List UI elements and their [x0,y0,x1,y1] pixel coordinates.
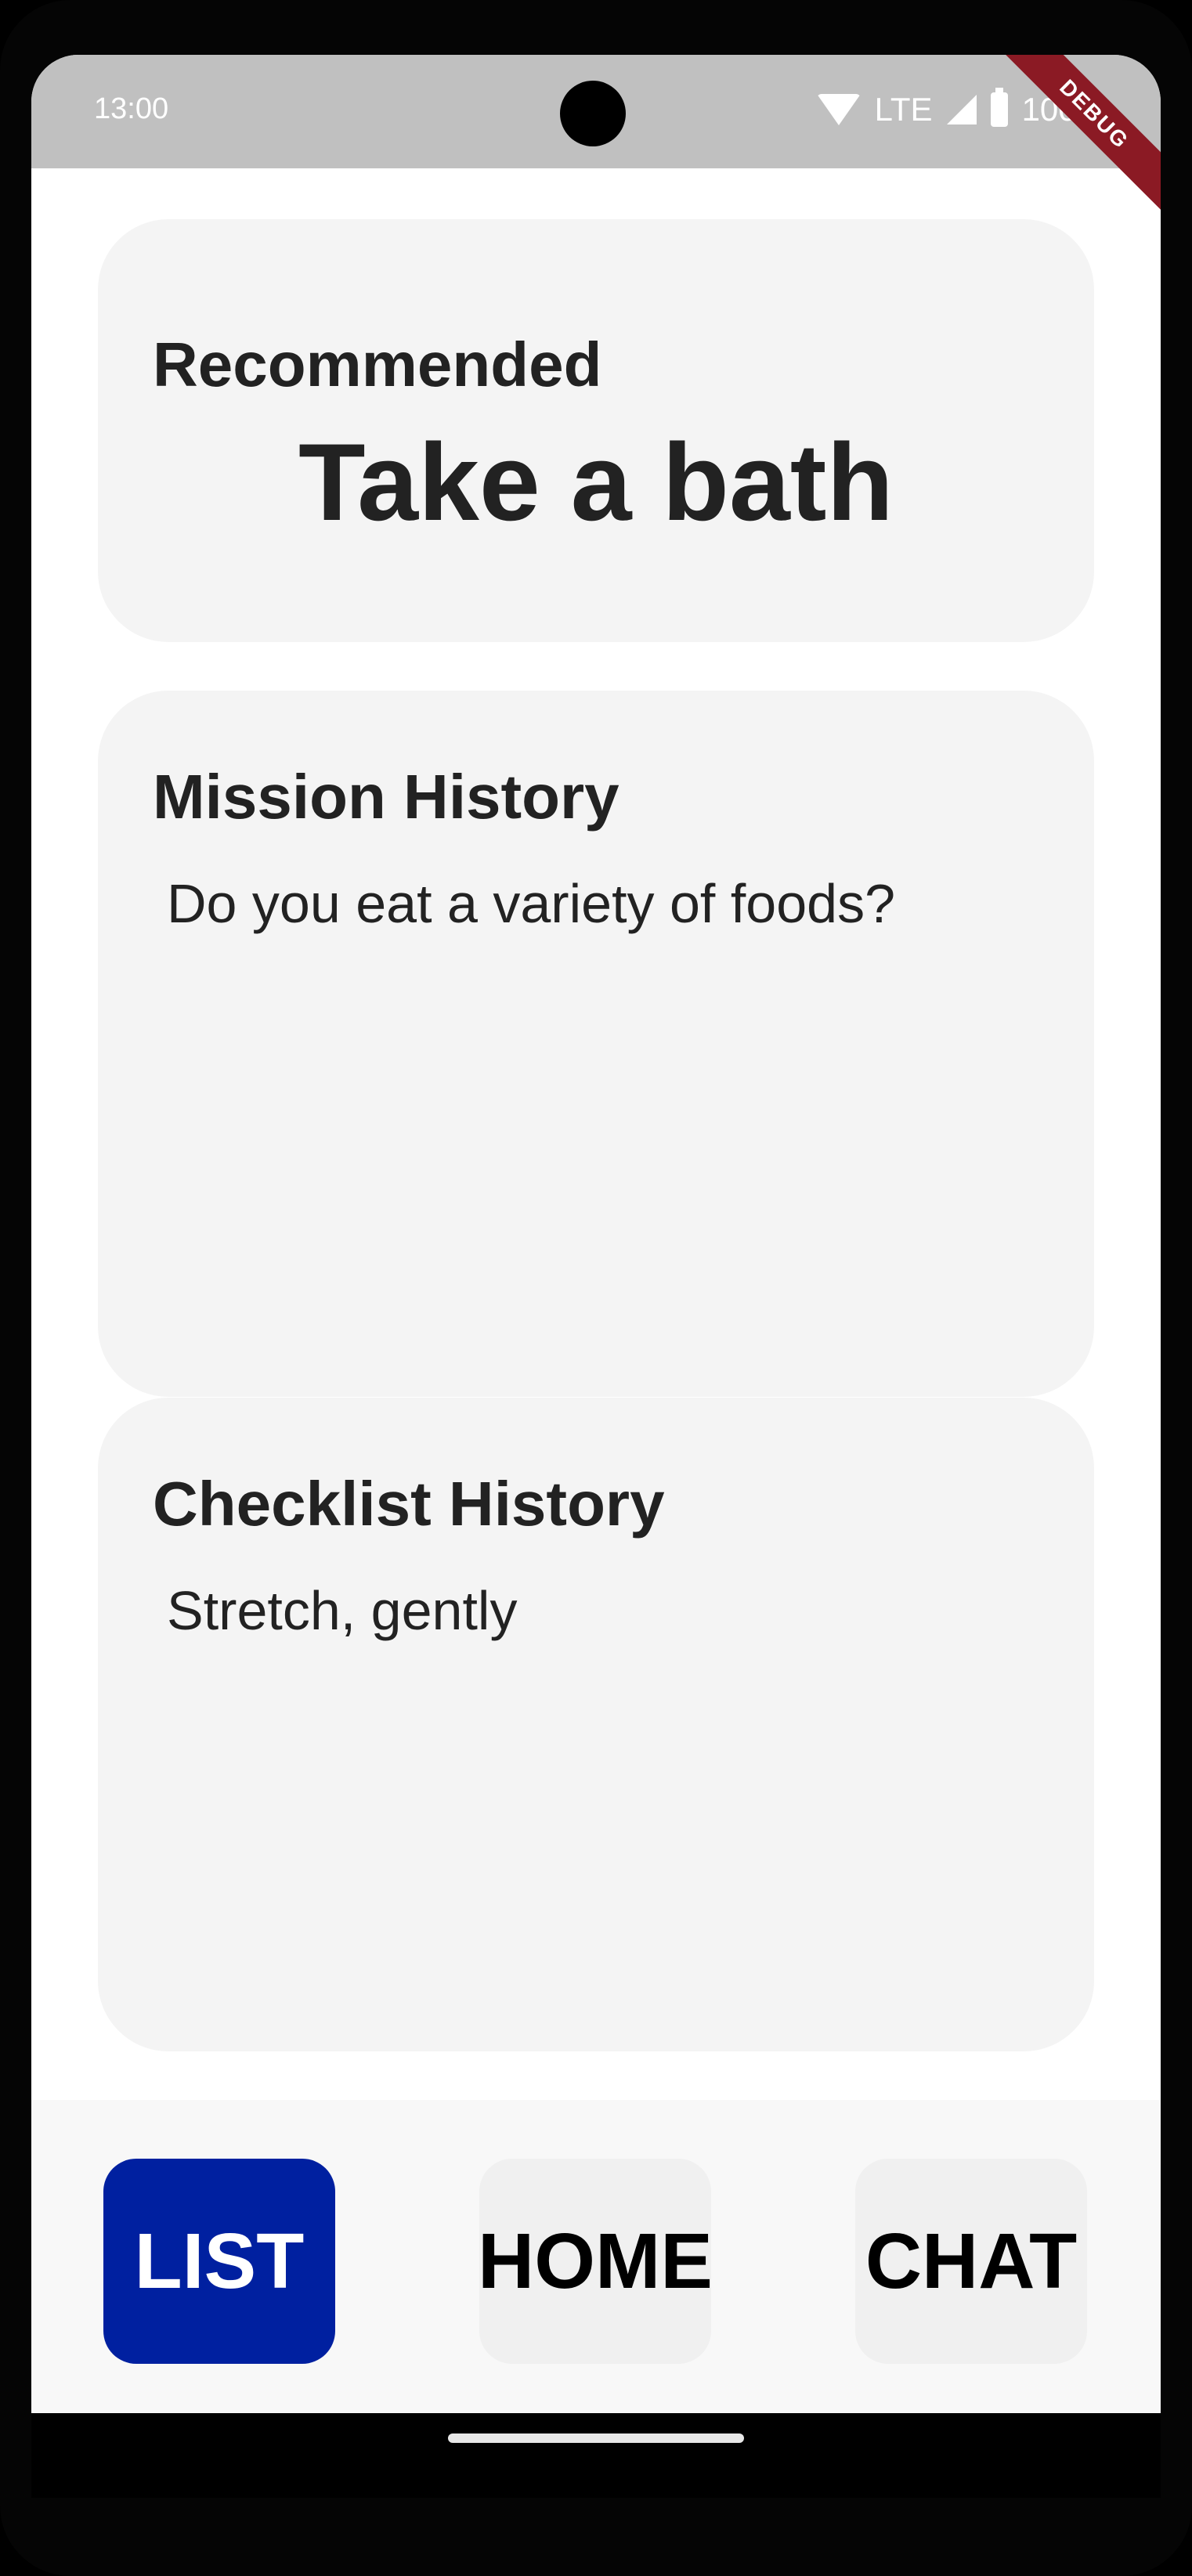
battery-icon [990,88,1008,127]
recommended-title: Take a bath [298,420,894,543]
nav-home-button[interactable]: HOME [478,2159,713,2364]
mission-history-item: Do you eat a variety of foods? [167,873,895,934]
checklist-history-item: Stretch, gently [167,1580,518,1641]
app-screen: 13:00 LTE 100% DEBUG Recommended Take a … [31,55,1161,2498]
debug-banner: DEBUG [980,55,1161,229]
nav-list-button[interactable]: LIST [103,2159,335,2364]
camera-cutout [560,81,626,146]
nav-chat-button[interactable]: CHAT [855,2159,1087,2364]
gesture-handle[interactable] [448,2433,744,2443]
bottom-navigation: LIST HOME CHAT [31,2100,1161,2413]
device-frame: 13:00 LTE 100% DEBUG Recommended Take a … [0,0,1192,2576]
checklist-history-card[interactable]: Checklist History Stretch, gently [98,1398,1094,2051]
signal-icon [946,95,977,124]
recommended-heading: Recommended [153,330,602,399]
wifi-icon [816,94,861,125]
status-bar: 13:00 LTE 100% DEBUG [31,55,1161,229]
mission-history-heading: Mission History [153,762,619,832]
status-time: 13:00 [94,92,169,125]
checklist-history-heading: Checklist History [153,1469,665,1539]
mission-history-card[interactable]: Mission History Do you eat a variety of … [98,691,1094,1397]
network-type: LTE [874,91,933,128]
gesture-navigation-area [31,2413,1161,2498]
recommended-card[interactable]: Recommended Take a bath [98,219,1094,642]
